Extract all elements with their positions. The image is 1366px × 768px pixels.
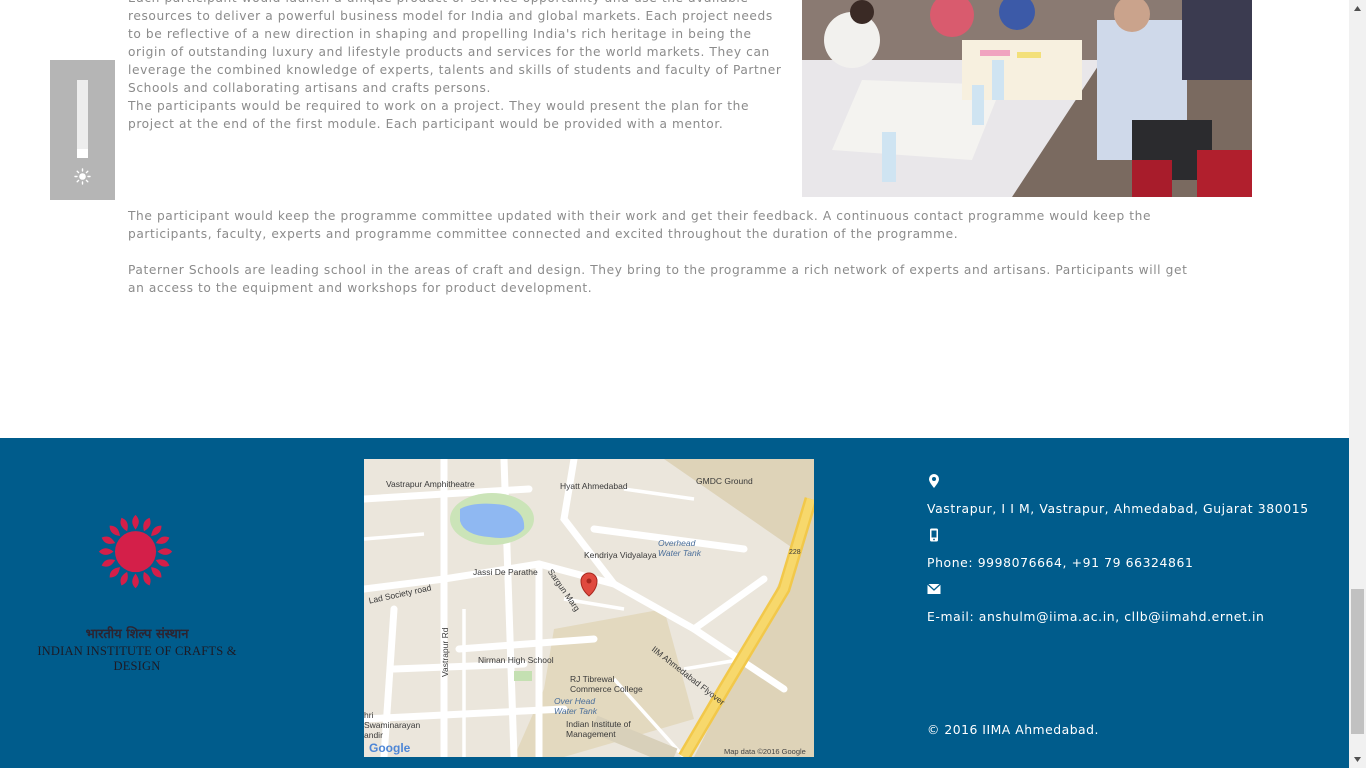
programme-paragraph: The participant would keep the programme… [128, 209, 1152, 241]
brightness-slider-handle[interactable] [77, 149, 88, 158]
brightness-slider[interactable] [77, 80, 88, 158]
logo-petal [143, 571, 151, 586]
logo-petal [157, 548, 173, 555]
main-content: Each participant would launch a unique p… [0, 0, 1349, 438]
logo-english-text: INDIAN INSTITUTE OF CRAFTS & DESIGN [37, 644, 237, 673]
map-label: Nirman High School [478, 655, 554, 665]
map-label: RJ Tibrewal Commerce College [570, 674, 643, 694]
envelope-icon [927, 583, 941, 594]
copyright-text: © 2016 IIMA Ahmedabad. [927, 722, 1099, 737]
logo-petal [143, 517, 151, 532]
logo-petal [132, 573, 139, 589]
road-number-badge: 228 [789, 549, 801, 556]
map-label: GMDC Ground [696, 476, 753, 486]
logo-petal [151, 525, 162, 537]
scrollbar-thumb[interactable] [1351, 589, 1364, 734]
logo-petal [120, 517, 128, 532]
google-logo[interactable]: Google [369, 741, 410, 755]
logo-petal [98, 548, 114, 555]
map-data-attribution[interactable]: Map data ©2016 Google [724, 747, 806, 756]
mobile-phone-icon [930, 528, 938, 542]
programme-paragraph: The participants would be required to wo… [128, 99, 750, 131]
programme-paragraph: Each participant would launch a unique p… [128, 0, 782, 95]
accessibility-widget [50, 60, 115, 200]
map-label: Indian Institute of Management [566, 719, 631, 739]
map-label: Hyatt Ahmedabad [560, 481, 628, 491]
logo-hindi-text: भारतीय शिल्प संस्थान [85, 627, 189, 642]
iicd-logo-icon [98, 514, 173, 589]
logo-petal [132, 514, 139, 530]
map-label: Vastrapur Amphitheatre [386, 479, 475, 489]
scroll-up-arrow-icon[interactable] [1349, 0, 1366, 17]
logo-petal [101, 536, 116, 544]
vertical-scrollbar[interactable] [1349, 0, 1366, 768]
contact-address: Vastrapur, I I M, Vastrapur, Ahmedabad, … [927, 501, 1309, 516]
partner-schools-paragraph: Paterner Schools are leading school in t… [128, 263, 1188, 295]
logo-petal [109, 567, 120, 578]
map-label: Over Head Water Tank [554, 696, 597, 716]
contact-email[interactable]: E-mail: anshulm@iima.ac.in, cllb@iimahd.… [927, 609, 1265, 624]
location-pin-icon [929, 474, 939, 488]
logo-petal [151, 567, 162, 578]
map-label: Vastrapur Rd [440, 627, 450, 677]
logo-petal [109, 525, 120, 537]
map-label: Kendriya Vidyalaya [584, 550, 657, 560]
logo-petal [101, 559, 116, 567]
location-map[interactable]: Vastrapur Amphitheatre Hyatt Ahmedabad G… [364, 459, 814, 757]
map-label: Jassi De Parathe [473, 567, 538, 577]
workshop-photo [802, 0, 1252, 197]
logo-petal [120, 571, 128, 586]
logo-petal [155, 559, 170, 567]
map-label: hri Swaminarayan andir [364, 710, 421, 740]
logo-petal [155, 536, 170, 544]
brightness-icon[interactable] [74, 168, 91, 185]
scroll-down-arrow-icon[interactable] [1349, 751, 1366, 768]
map-label: Overhead Water Tank [658, 538, 701, 558]
contact-phone[interactable]: Phone: 9998076664, +91 79 66324861 [927, 555, 1193, 570]
